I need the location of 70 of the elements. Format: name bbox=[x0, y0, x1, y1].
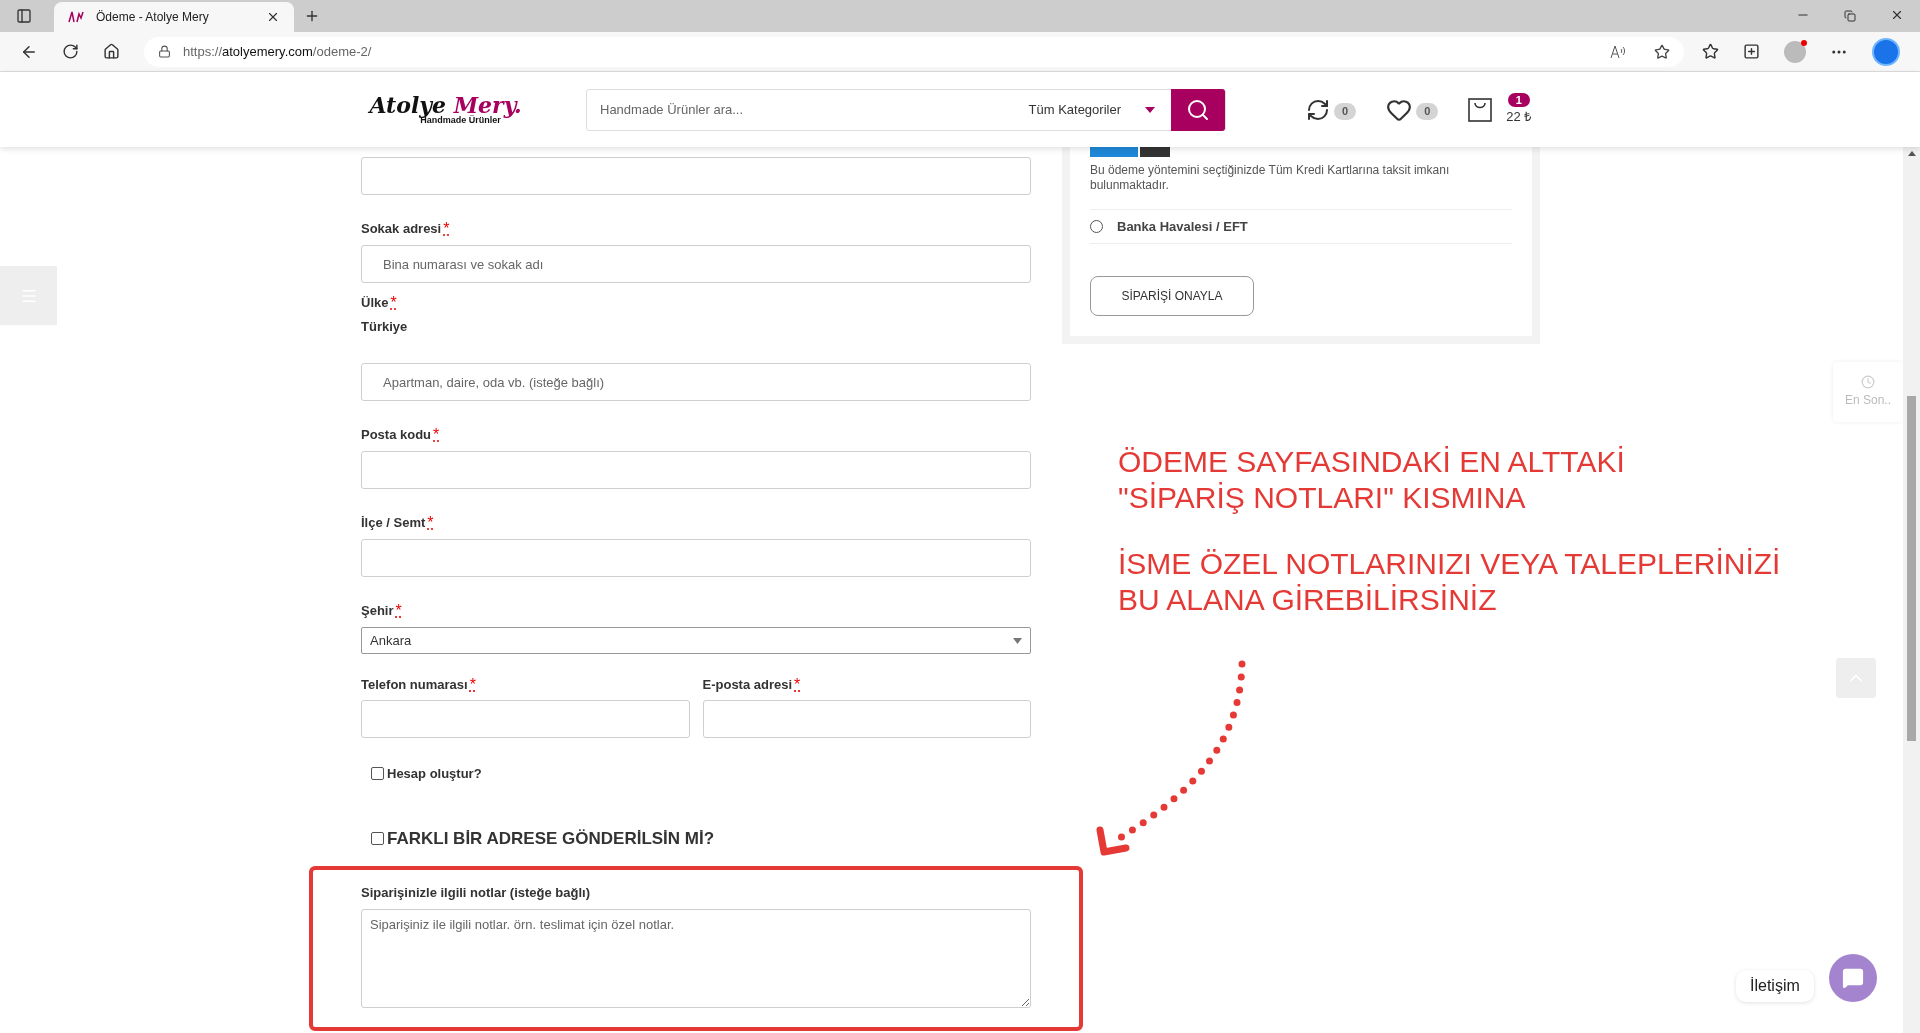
sidebar-icon[interactable] bbox=[16, 8, 32, 24]
scroll-up-icon[interactable] bbox=[1907, 151, 1916, 156]
home-icon[interactable] bbox=[103, 43, 120, 60]
lock-icon bbox=[158, 45, 171, 58]
read-aloud-icon[interactable] bbox=[1610, 43, 1626, 60]
text-field[interactable]: Bina numarası ve sokak adı bbox=[361, 245, 1031, 283]
required-mark: * bbox=[427, 513, 434, 533]
field-label: Ülke bbox=[361, 294, 389, 313]
caret-icon bbox=[1145, 106, 1155, 113]
field-label: İlçe / Semt bbox=[361, 514, 426, 533]
caret-icon bbox=[1013, 637, 1022, 644]
text-field[interactable] bbox=[361, 157, 1031, 195]
browser-tab[interactable]: Ödeme - Atolye Mery bbox=[54, 2, 294, 32]
cart-total: 22 ₺ bbox=[1506, 107, 1532, 126]
clock-icon bbox=[1861, 375, 1875, 389]
checkbox-label: Hesap oluştur? bbox=[387, 765, 482, 783]
close-window-icon[interactable] bbox=[1890, 8, 1904, 22]
field-label: Şehir bbox=[361, 602, 394, 621]
favorite-icon[interactable] bbox=[1654, 43, 1670, 60]
close-tab-icon[interactable] bbox=[266, 10, 280, 24]
checkbox[interactable] bbox=[371, 767, 384, 781]
favorites-icon[interactable] bbox=[1702, 43, 1719, 60]
cart-count-badge: 1 bbox=[1507, 92, 1530, 107]
compare-icon[interactable] bbox=[1306, 97, 1330, 122]
text-field[interactable] bbox=[702, 700, 1031, 738]
annotation-text: İSME ÖZEL NOTLARINIZI VEYA TALEPLERİNİZİ BU ALANA GİREBİLİRSİNİZ bbox=[1118, 546, 1781, 618]
field-label: Siparişinizle ilgili notlar (isteğe bağlı) bbox=[361, 885, 591, 901]
shipping-heading: FARKLI BİR ADRESE GÖNDERİLSİN Mİ? bbox=[387, 827, 715, 850]
country-value: Türkiye bbox=[361, 319, 409, 335]
field-label: Sokak adresi bbox=[361, 220, 442, 239]
address-bar[interactable]: https://atolyemery.com/odeme-2/ bbox=[144, 36, 1684, 67]
collections-icon[interactable] bbox=[1743, 43, 1760, 60]
search-icon bbox=[1186, 97, 1210, 122]
contact-label[interactable]: İletişim bbox=[1736, 970, 1814, 1002]
text-field[interactable]: Apartman, daire, oda vb. (isteğe bağlı) bbox=[361, 363, 1031, 401]
text-field[interactable] bbox=[361, 539, 1031, 577]
checkbox[interactable] bbox=[371, 831, 384, 845]
compare-count: 0 bbox=[1334, 103, 1357, 120]
required-mark: * bbox=[390, 293, 397, 313]
required-mark: * bbox=[469, 675, 476, 695]
search-button[interactable] bbox=[1171, 88, 1225, 131]
new-tab-icon[interactable] bbox=[304, 8, 320, 24]
site-favicon-icon bbox=[68, 10, 84, 24]
annotation-text: ÖDEME SAYFASINDAKİ EN ALTTAKİ "SİPARİŞ NOTLARI" KISMINA bbox=[1118, 444, 1626, 516]
site-logo[interactable]: Atolye Mery. Handmade Ürünler bbox=[368, 94, 523, 125]
field-label: E-posta adresi bbox=[702, 676, 793, 695]
search-bar[interactable]: Handmade Ürünler ara... Tüm Kategoriler bbox=[586, 88, 1226, 131]
category-dropdown[interactable]: Tüm Kategoriler bbox=[1028, 99, 1171, 120]
restore-icon[interactable] bbox=[1844, 10, 1856, 22]
chat-icon bbox=[1842, 967, 1864, 989]
required-mark: * bbox=[433, 425, 440, 445]
reload-icon[interactable] bbox=[62, 43, 79, 60]
order-notes-field[interactable]: Siparişiniz ile ilgili notlar. örn. teslimat için özel notlar. bbox=[361, 909, 1031, 1008]
required-mark: * bbox=[395, 601, 402, 621]
field-label: Telefon numarası bbox=[361, 676, 468, 695]
profile-avatar[interactable] bbox=[1784, 40, 1806, 63]
scrollbar-thumb[interactable] bbox=[1907, 396, 1916, 741]
shopping-bag-icon[interactable] bbox=[1468, 97, 1493, 122]
text-field[interactable] bbox=[361, 451, 1031, 489]
payment-option[interactable]: Banka Havalesi / EFT bbox=[1090, 210, 1512, 244]
payment-description: Bu ödeme yöntemini seçtiğinizde Tüm Kredi Kartlarına taksit imkanı bulunmaktadır. bbox=[1090, 163, 1451, 193]
text-field[interactable] bbox=[361, 700, 690, 738]
wishlist-count: 0 bbox=[1416, 103, 1439, 120]
field-label: Posta kodu bbox=[361, 426, 432, 445]
required-mark: * bbox=[443, 219, 450, 239]
place-order-button[interactable]: SİPARİŞİ ONAYLA bbox=[1090, 276, 1254, 316]
url-text: https://atolyemery.com/odeme-2/ bbox=[183, 42, 373, 61]
city-select[interactable]: Ankara bbox=[361, 627, 1031, 654]
chat-button[interactable] bbox=[1829, 954, 1877, 1002]
required-mark: * bbox=[794, 675, 801, 695]
